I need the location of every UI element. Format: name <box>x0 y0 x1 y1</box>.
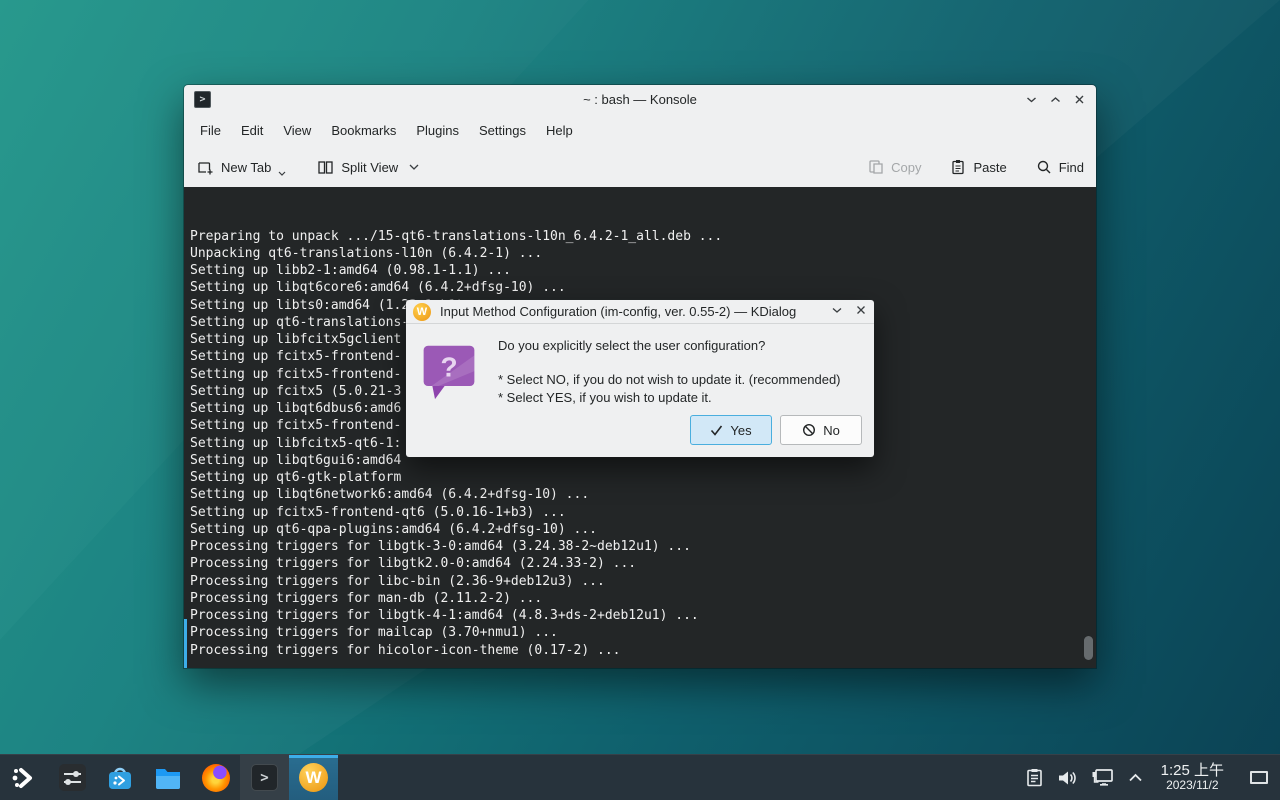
split-view-label: Split View <box>341 160 398 175</box>
kdialog-task-icon: W <box>299 763 328 792</box>
taskbar-task-kdialog[interactable]: W <box>289 755 338 800</box>
no-label: No <box>823 423 840 438</box>
menu-item[interactable]: File <box>190 119 231 142</box>
window-titlebar[interactable]: > ~ : bash — Konsole <box>184 85 1096 113</box>
dialog-note-yes: * Select YES, if you wish to update it. <box>498 389 866 407</box>
terminal-line: Preparing to unpack .../15-qt6-translati… <box>190 228 1096 245</box>
new-tab-icon <box>196 158 215 177</box>
copy-icon <box>867 158 885 176</box>
paste-label: Paste <box>973 160 1006 175</box>
terminal-line: Setting up libqt6core6:amd64 (6.4.2+dfsg… <box>190 279 1096 296</box>
check-icon <box>710 425 723 436</box>
dialog-note-no: * Select NO, if you do not wish to updat… <box>498 371 866 389</box>
im-config-app-icon: W <box>413 303 431 321</box>
close-icon[interactable] <box>1073 93 1086 106</box>
tray-expander-icon[interactable] <box>1128 773 1143 782</box>
menu-item[interactable]: Settings <box>469 119 536 142</box>
minimize-icon[interactable] <box>1025 93 1038 106</box>
paste-icon <box>949 158 967 176</box>
clipboard-tray-icon[interactable] <box>1026 768 1043 787</box>
folder-icon <box>154 766 182 790</box>
yes-label: Yes <box>730 423 751 438</box>
find-button[interactable]: Find <box>1035 158 1084 176</box>
clock-time: 1:25 上午 <box>1161 763 1224 780</box>
clock-date: 2023/11/2 <box>1161 779 1224 792</box>
taskbar-task-konsole[interactable]: > <box>240 755 289 800</box>
terminal-line: Processing triggers for hicolor-icon-the… <box>190 642 1096 659</box>
menu-item[interactable]: Edit <box>231 119 273 142</box>
new-tab-menu-caret-icon[interactable] <box>278 171 286 177</box>
discover-launcher[interactable] <box>96 755 144 800</box>
app-launcher-icon <box>10 764 38 792</box>
terminal-line: Setting up fcitx5-frontend-qt6 (5.0.16-1… <box>190 504 1096 521</box>
terminal-line: Processing triggers for libgtk2.0-0:amd6… <box>190 555 1096 572</box>
terminal-line: Setting up libqt6network6:amd64 (6.4.2+d… <box>190 486 1096 503</box>
system-settings-launcher[interactable] <box>48 755 96 800</box>
terminal-line: Setting up libb2-1:amd64 (0.98.1-1.1) ..… <box>190 262 1096 279</box>
maximize-icon[interactable] <box>1049 93 1062 106</box>
split-view-caret-icon <box>409 164 419 171</box>
cancel-icon <box>802 423 816 437</box>
system-settings-icon <box>59 764 86 791</box>
paste-button[interactable]: Paste <box>949 158 1006 176</box>
terminal-prompt-marker <box>184 619 187 668</box>
copy-label: Copy <box>891 160 921 175</box>
dialog-message: Do you explicitly select the user config… <box>498 338 866 353</box>
terminal-line: Setting up qt6-qpa-plugins:amd64 (6.4.2+… <box>190 521 1096 538</box>
file-manager-launcher[interactable] <box>144 755 192 800</box>
search-icon <box>1035 158 1053 176</box>
svg-text:?: ? <box>440 351 457 382</box>
terminal-line: Processing triggers for libgtk-3-0:amd64… <box>190 538 1096 555</box>
terminal-line: Processing triggers for man-db (2.11.2-2… <box>190 590 1096 607</box>
network-tray-icon[interactable] <box>1091 768 1114 787</box>
copy-button: Copy <box>867 158 921 176</box>
split-view-icon <box>316 158 335 177</box>
discover-icon <box>106 764 134 792</box>
terminal-scrollbar[interactable] <box>1084 636 1093 660</box>
dialog-body: ? Do you explicitly select the user conf… <box>406 324 874 456</box>
show-desktop-button[interactable] <box>1250 771 1268 784</box>
digital-clock[interactable]: 1:25 上午 2023/11/2 <box>1161 763 1224 793</box>
firefox-icon <box>202 764 230 792</box>
yes-button[interactable]: Yes <box>690 415 772 445</box>
new-tab-label: New Tab <box>221 160 271 175</box>
new-tab-button[interactable]: New Tab <box>196 158 286 177</box>
taskbar: > W 1:25 上午 2023/11/2 <box>0 754 1280 800</box>
window-title: ~ : bash — Konsole <box>184 92 1096 107</box>
volume-tray-icon[interactable] <box>1057 769 1077 787</box>
dialog-titlebar[interactable]: W Input Method Configuration (im-config,… <box>406 300 874 324</box>
application-launcher-button[interactable] <box>0 755 48 800</box>
find-label: Find <box>1059 160 1084 175</box>
menu-bar: FileEditViewBookmarksPluginsSettingsHelp <box>184 113 1096 147</box>
dialog-minimize-icon[interactable] <box>831 303 843 321</box>
terminal-line: Setting up qt6-gtk-platform <box>190 469 1096 486</box>
menu-item[interactable]: View <box>273 119 321 142</box>
split-view-button[interactable]: Split View <box>316 158 419 177</box>
kdialog-window: W Input Method Configuration (im-config,… <box>406 300 874 457</box>
terminal-line: Processing triggers for mailcap (3.70+nm… <box>190 624 1096 641</box>
terminal-line: Processing triggers for libgtk-4-1:amd64… <box>190 607 1096 624</box>
terminal-line: Processing triggers for libc-bin (2.36-9… <box>190 573 1096 590</box>
dialog-title: Input Method Configuration (im-config, v… <box>431 304 831 319</box>
konsole-icon: > <box>251 764 278 791</box>
firefox-launcher[interactable] <box>192 755 240 800</box>
no-button[interactable]: No <box>780 415 862 445</box>
terminal-line: Unpacking qt6-translations-l10n (6.4.2-1… <box>190 245 1096 262</box>
menu-item[interactable]: Plugins <box>406 119 469 142</box>
toolbar: New Tab Split View Copy <box>184 147 1096 187</box>
dialog-close-icon[interactable] <box>855 303 867 321</box>
menu-item[interactable]: Help <box>536 119 583 142</box>
question-icon: ? <box>421 343 477 406</box>
menu-item[interactable]: Bookmarks <box>321 119 406 142</box>
